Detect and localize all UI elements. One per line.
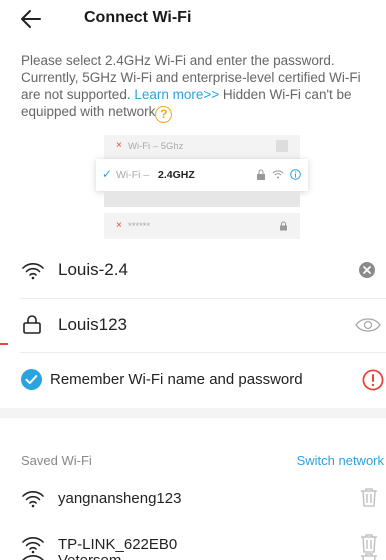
learn-more-link[interactable]: Learn more>>: [134, 87, 219, 102]
ssid-input[interactable]: Louis-2.4: [58, 260, 128, 280]
illus-lock-icon: [280, 221, 287, 231]
illus-24ghz-prefix: Wi-Fi –: [116, 169, 150, 181]
illus-24ghz-label: 2.4GHZ: [158, 169, 195, 181]
wifi-icon: [22, 491, 44, 508]
illus-check-icon: ✓: [102, 167, 113, 181]
illus-lock-icon: [257, 169, 265, 180]
trash-icon[interactable]: [360, 533, 378, 553]
illus-info-icon: [290, 169, 301, 180]
saved-wifi-label: Saved Wi-Fi: [21, 453, 92, 468]
back-arrow-icon[interactable]: [18, 6, 44, 32]
saved-network-name[interactable]: TP-LINK_622EB0: [58, 536, 177, 553]
illus-box-icon: [276, 140, 288, 152]
wifi-icon: [22, 555, 44, 560]
switch-network-link[interactable]: Switch network: [297, 453, 384, 468]
warning-info-icon[interactable]: [362, 369, 384, 391]
wifi-illustration: × Wi-Fi – 5Ghz ✓ Wi-Fi – 2.4GHZ × ******: [96, 133, 308, 243]
illus-5ghz-label: Wi-Fi – 5Ghz: [128, 141, 184, 152]
remember-label: Remember Wi-Fi name and password: [50, 371, 303, 388]
illus-row-hidden: × ******: [104, 213, 300, 239]
illus-x-icon: ×: [116, 220, 122, 231]
trash-icon[interactable]: [360, 487, 378, 507]
wifi-icon: [22, 263, 44, 280]
lock-icon: [23, 315, 41, 334]
page-title: Connect Wi-Fi: [84, 9, 192, 26]
header: Connect Wi-Fi: [0, 0, 386, 40]
saved-network-name[interactable]: yangnansheng123: [58, 490, 181, 507]
edge-marker: [0, 343, 8, 345]
intro-text: Please select 2.4GHz Wi-Fi and enter the…: [21, 52, 381, 123]
trash-icon[interactable]: [360, 552, 378, 560]
clear-icon[interactable]: [359, 262, 375, 278]
saved-network-row-partial: Vetersom: [0, 552, 386, 560]
illus-hidden-label: ******: [128, 221, 151, 232]
divider: [20, 298, 386, 299]
section-separator: [0, 408, 386, 418]
illus-row-blank: [104, 191, 300, 207]
illus-wifi-icon: [272, 170, 284, 179]
illus-x-icon: ×: [116, 140, 122, 151]
help-icon[interactable]: ?: [155, 106, 173, 123]
illus-row-24ghz: ✓ Wi-Fi – 2.4GHZ: [96, 159, 308, 191]
password-input[interactable]: Louis123: [58, 315, 127, 335]
eye-icon[interactable]: [355, 318, 381, 332]
illus-row-5ghz: × Wi-Fi – 5Ghz: [104, 135, 300, 159]
checkbox-checked-icon[interactable]: [21, 369, 42, 390]
divider: [20, 352, 386, 353]
saved-network-name[interactable]: Vetersom: [58, 552, 121, 560]
